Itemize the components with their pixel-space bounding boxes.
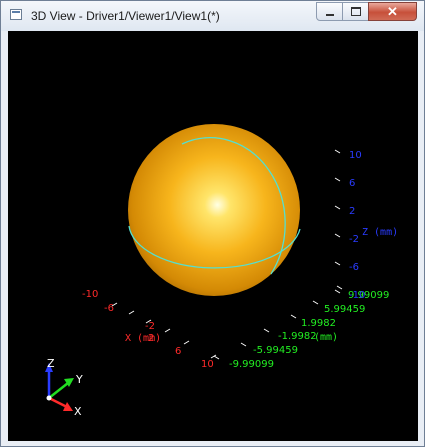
x-axis-title: X (mm) [125, 333, 161, 344]
x-tick-mark [164, 328, 171, 333]
y-tick-mark [336, 285, 343, 290]
viewer-window: 3D View - Driver1/Viewer1/View1(*) ✕ -10… [0, 0, 425, 447]
x-tick-label: 6 [175, 346, 181, 357]
y-tick-mark [263, 328, 270, 333]
z-tick-mark [334, 177, 341, 182]
y-tick-mark [240, 342, 247, 347]
y-tick-mark [290, 314, 297, 319]
z-axis-title: Z (mm) [362, 227, 398, 238]
close-icon: ✕ [387, 3, 398, 19]
maximize-icon [350, 7, 361, 16]
z-tick-label: 6 [349, 178, 355, 189]
x-tick-label: -6 [104, 303, 114, 314]
x-axis: -10 -6 -2 2 6 10 X (mm) [82, 289, 217, 370]
3d-viewport[interactable]: -10 -6 -2 2 6 10 X (mm) 9.99099 5.99459 … [8, 31, 418, 441]
z-tick-label: 10 [349, 150, 362, 161]
minimize-button[interactable] [316, 2, 343, 21]
window-icon [10, 9, 22, 20]
y-tick-label: -9.99099 [229, 359, 274, 370]
sphere-model[interactable] [128, 124, 301, 296]
z-tick-label: -10 [349, 290, 365, 301]
z-tick-mark [334, 233, 341, 238]
window-title: 3D View - Driver1/Viewer1/View1(*) [31, 9, 220, 23]
x-tick-label: 10 [201, 359, 214, 370]
orientation-triad[interactable]: Z Y X [45, 357, 83, 418]
y-tick-label: 5.99459 [324, 304, 365, 315]
z-tick-mark [334, 261, 341, 266]
title-bar[interactable]: 3D View - Driver1/Viewer1/View1(*) ✕ [1, 1, 424, 31]
triad-y-label: Y [75, 373, 83, 386]
triad-z-label: Z [47, 357, 55, 370]
maximize-button[interactable] [342, 2, 369, 21]
sphere-body [128, 124, 300, 296]
close-button[interactable]: ✕ [368, 2, 417, 21]
x-tick-mark [128, 310, 135, 315]
z-tick-label: -2 [349, 234, 359, 245]
z-axis: 10 6 2 -2 -6 -10 Z (mm) [334, 149, 398, 301]
z-tick-label: 2 [349, 206, 355, 217]
y-tick-label: 1.9982 [301, 318, 336, 329]
z-tick-mark [334, 289, 341, 294]
x-tick-mark [183, 340, 190, 345]
y-tick-label: -1.9982 [278, 331, 317, 342]
y-tick-mark [312, 300, 319, 305]
x-tick-label: -10 [82, 289, 98, 300]
triad-x-axis [48, 396, 68, 409]
y-tick-mark [213, 355, 220, 360]
scene-canvas: -10 -6 -2 2 6 10 X (mm) 9.99099 5.99459 … [45, 124, 398, 418]
x-tick-label: -2 [145, 321, 155, 332]
y-axis-title: (mm) [314, 332, 338, 343]
triad-x-label: X [74, 405, 82, 418]
z-tick-mark [334, 205, 341, 210]
minimize-icon [325, 13, 334, 16]
z-tick-mark [334, 149, 341, 154]
triad-y-axis [48, 382, 69, 399]
z-tick-label: -6 [349, 262, 359, 273]
triad-origin [46, 395, 52, 401]
y-tick-label: -5.99459 [253, 345, 298, 356]
